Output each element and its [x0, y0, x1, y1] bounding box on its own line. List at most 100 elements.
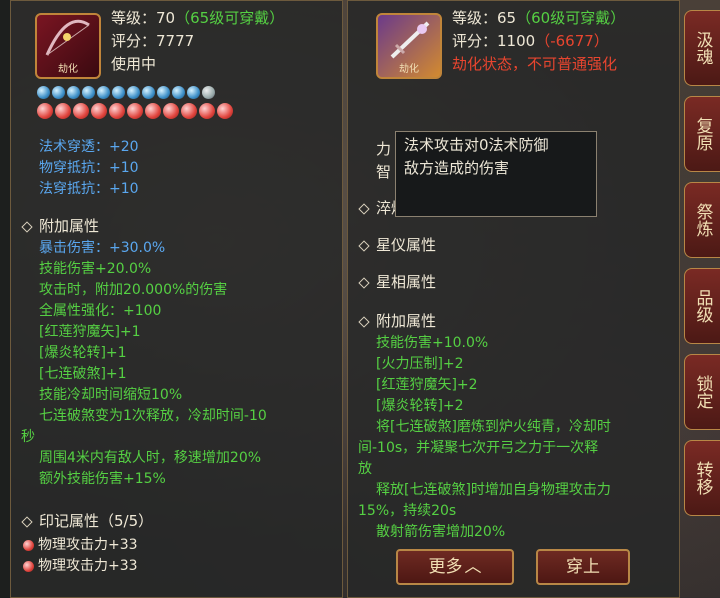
gem-icon — [37, 103, 53, 119]
section-header-star[interactable]: 星仪属性 — [358, 234, 437, 255]
attr-line: [爆炎轮转]+2 — [376, 398, 464, 414]
gem-icon — [52, 86, 65, 99]
gem-icon — [142, 86, 155, 99]
score-row: 评分：7777 — [111, 30, 194, 53]
side-button-refine[interactable]: 祭炼 — [684, 182, 720, 258]
side-button-label: 锁定 — [692, 375, 713, 409]
attr-line: 释放[七连破煞]时增加自身物理攻击力 — [376, 482, 611, 498]
side-button-transfer[interactable]: 转移 — [684, 440, 720, 516]
bow-weapon-icon[interactable]: 劫化 — [35, 13, 101, 79]
gem-icon — [37, 86, 50, 99]
gem-icon — [97, 86, 110, 99]
sword-icon — [390, 21, 430, 59]
gem-icon — [127, 86, 140, 99]
attr-line: 散射箭伤害增加20% — [376, 524, 506, 540]
extra-attr-header[interactable]: 附加属性 — [21, 215, 100, 236]
partial-stat: 智 — [376, 163, 392, 181]
score-value: 1100 — [497, 32, 536, 50]
attr-line: 暴击伤害：+30.0% — [39, 240, 166, 256]
section-title: 星仪属性 — [376, 236, 437, 254]
diamond-icon — [358, 239, 370, 252]
attr-line: 攻击时，附加20.000%的伤害 — [39, 282, 228, 298]
red-gems-row — [37, 103, 233, 119]
gem-icon — [67, 86, 80, 99]
section-title: 星相属性 — [376, 273, 437, 291]
diamond-icon — [358, 315, 370, 328]
stat-line: 法穿抵抗：+10 — [39, 181, 139, 197]
side-button-label: 品级 — [692, 289, 713, 323]
gem-icon — [91, 103, 107, 119]
diamond-icon — [21, 220, 33, 233]
level-value: 65 — [497, 9, 517, 27]
score-diff: （-6677） — [535, 32, 609, 50]
attr-line: 15%，持续20s — [358, 503, 457, 519]
attr-line: 额外技能伤害+15% — [39, 471, 166, 487]
side-button-restore[interactable]: 复原 — [684, 96, 720, 172]
diamond-icon — [21, 515, 33, 528]
level-label: 等级： — [452, 9, 498, 27]
level-label: 等级： — [111, 9, 157, 27]
stat-line: 法术穿透：+20 — [39, 139, 139, 155]
diamond-icon — [358, 276, 370, 289]
wear-button[interactable]: 穿上 — [536, 549, 630, 585]
attr-line: 放 — [358, 461, 372, 477]
level-requirement: （65级可穿戴） — [175, 9, 285, 27]
score-label: 评分： — [452, 32, 498, 50]
sword-weapon-icon[interactable]: 劫化 — [376, 13, 442, 79]
compare-item-panel: 劫化 等级：65（60级可穿戴） 评分：1100（-6677） 劫化状态，不可普… — [347, 0, 680, 598]
section-header-constellation[interactable]: 星相属性 — [358, 271, 437, 292]
gem-icon — [217, 103, 233, 119]
attribute-tooltip: 法术攻击对0法术防御 敌方造成的伤害 — [395, 131, 597, 217]
side-button-grade[interactable]: 品级 — [684, 268, 720, 344]
gem-icon — [109, 103, 125, 119]
stat-line: 物穿抵抗：+10 — [39, 160, 139, 176]
attr-line: 七连破煞变为1次释放，冷却时间-10 — [39, 408, 267, 424]
gem-icon — [73, 103, 89, 119]
tooltip-line: 敌方造成的伤害 — [404, 159, 510, 177]
diamond-icon — [358, 202, 370, 215]
gem-icon — [82, 86, 95, 99]
attr-line: [红莲狩魔矢]+2 — [376, 377, 478, 393]
gem-icon — [163, 103, 179, 119]
score-value: 7777 — [156, 32, 195, 50]
gem-icon — [145, 103, 161, 119]
section-title: 附加属性 — [39, 217, 100, 235]
equipped-item-panel: 劫化 等级：70（65级可穿戴） 评分：7777 使用中 法术穿透：+20 物穿… — [10, 0, 343, 598]
mark-attr-header[interactable]: 印记属性（5/5） — [21, 510, 154, 531]
attr-line: [爆炎轮转]+1 — [39, 345, 127, 361]
level-requirement: （60级可穿戴） — [516, 9, 626, 27]
attr-line: 间-10s，并凝聚七次开弓之力于一次释 — [358, 440, 599, 456]
score-label: 评分： — [111, 32, 157, 50]
gem-icon — [127, 103, 143, 119]
more-button-label: 更多 — [428, 557, 463, 577]
tooltip-line: 法术攻击对0法术防御 — [404, 136, 549, 154]
gem-icon — [187, 86, 200, 99]
extra-attr-header[interactable]: 附加属性 — [358, 310, 437, 331]
attr-line: 全属性强化：+100 — [39, 303, 162, 319]
level-row: 等级：70（65级可穿戴） — [111, 7, 284, 30]
mark-line: 物理攻击力+33 — [23, 536, 138, 555]
bow-icon — [45, 19, 90, 56]
section-title: 附加属性 — [376, 312, 437, 330]
mark-text: 物理攻击力+33 — [38, 558, 138, 574]
attr-line: 技能伤害+20.0% — [39, 261, 152, 277]
section-title: 印记属性（5/5） — [39, 512, 154, 530]
attr-line: 技能伤害+10.0% — [376, 335, 489, 351]
more-button[interactable]: 更多 ︿ — [396, 549, 514, 585]
status-text: 使用中 — [111, 55, 157, 73]
side-button-absorb[interactable]: 汲魂 — [684, 10, 720, 86]
side-button-lock[interactable]: 锁定 — [684, 354, 720, 430]
attr-line: 秒 — [21, 429, 35, 445]
attr-line: [红莲狩魔矢]+1 — [39, 324, 141, 340]
score-row: 评分：1100（-6677） — [452, 30, 609, 53]
chevron-up-icon: ︿ — [464, 557, 482, 577]
gem-icon — [202, 86, 215, 99]
side-button-label: 复原 — [692, 117, 713, 151]
gem-icon — [112, 86, 125, 99]
gem-icon — [172, 86, 185, 99]
attr-line: [火力压制]+2 — [376, 356, 464, 372]
chat-strip — [0, 0, 10, 598]
mark-gem-icon — [23, 560, 34, 572]
mark-text: 物理攻击力+33 — [38, 537, 138, 553]
gem-icon — [181, 103, 197, 119]
